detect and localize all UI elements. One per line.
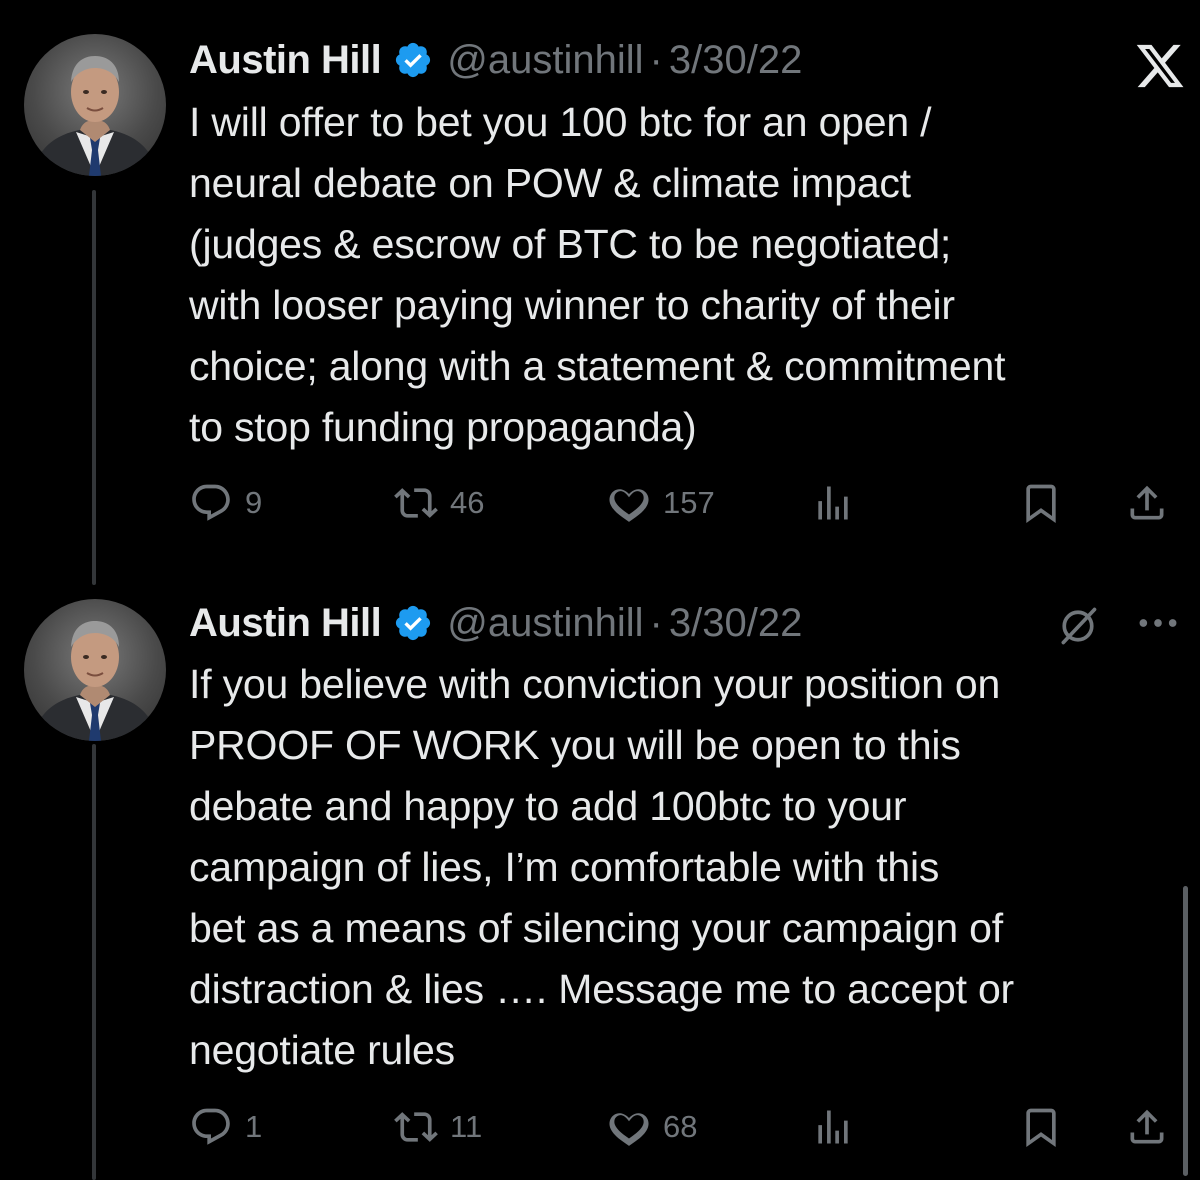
author-name[interactable]: Austin Hill <box>189 38 382 83</box>
grok-icon[interactable] <box>1056 604 1100 648</box>
reply-button[interactable]: 1 <box>189 1102 262 1152</box>
bookmark-button[interactable] <box>1019 478 1063 528</box>
tweet-header: Austin Hill @austinhill · 3/30/22 <box>189 30 1170 90</box>
scrollbar[interactable] <box>1183 886 1188 1176</box>
tweet-actions: 9 46 157 <box>189 478 1179 528</box>
verified-badge-icon <box>396 42 431 78</box>
share-icon <box>1130 485 1164 520</box>
more-icon[interactable] <box>1136 608 1180 638</box>
separator-dot: · <box>649 37 663 82</box>
tweet-text: I will offer to bet you 100 btc for an o… <box>189 99 1006 450</box>
avatar[interactable] <box>24 34 166 176</box>
bookmark-button[interactable] <box>1019 1102 1063 1152</box>
x-logo-icon[interactable] <box>1134 40 1186 92</box>
bookmark-icon <box>1026 1108 1056 1148</box>
reply-icon <box>192 1108 230 1145</box>
bookmark-icon <box>1026 484 1056 524</box>
tweet[interactable]: Austin Hill @austinhill · 3/30/22 If you… <box>0 580 1200 1180</box>
tweet-text: If you believe with conviction your posi… <box>189 661 1015 1073</box>
views-icon <box>818 1110 848 1144</box>
repost-button[interactable]: 46 <box>394 478 484 528</box>
tweet[interactable]: Austin Hill @austinhill · 3/30/22 I will… <box>0 0 1200 585</box>
verified-badge-icon <box>396 605 431 641</box>
views-icon <box>818 486 848 520</box>
heart-icon <box>609 489 649 522</box>
reply-count: 9 <box>245 485 263 520</box>
like-button[interactable]: 157 <box>607 478 715 528</box>
tweet-actions: 1 11 68 <box>189 1102 1179 1152</box>
author-name[interactable]: Austin Hill <box>189 601 382 646</box>
share-button[interactable] <box>1125 1102 1169 1152</box>
reply-count: 1 <box>245 1109 263 1144</box>
author-handle[interactable]: @austinhill <box>447 601 643 646</box>
share-button[interactable] <box>1125 478 1169 528</box>
repost-count: 46 <box>450 485 485 520</box>
repost-icon <box>394 488 438 518</box>
repost-button[interactable]: 11 <box>394 1102 482 1152</box>
separator-dot: · <box>649 600 663 645</box>
heart-icon <box>609 1113 649 1146</box>
views-button[interactable] <box>811 478 855 528</box>
tweet-header: Austin Hill @austinhill · 3/30/22 <box>189 593 1170 653</box>
thread-line <box>92 744 96 1180</box>
thread-line <box>92 190 96 585</box>
like-button[interactable]: 68 <box>607 1102 697 1152</box>
reply-button[interactable]: 9 <box>189 478 262 528</box>
views-button[interactable] <box>811 1102 855 1152</box>
tweet-thread: Austin Hill @austinhill · 3/30/22 I will… <box>0 0 1200 1180</box>
like-count: 157 <box>663 485 715 520</box>
repost-count: 11 <box>450 1109 483 1144</box>
avatar[interactable] <box>24 599 166 741</box>
repost-icon <box>394 1112 438 1142</box>
author-handle[interactable]: @austinhill <box>447 38 643 83</box>
share-icon <box>1130 1109 1164 1144</box>
tweet-date[interactable]: 3/30/22 <box>669 38 802 83</box>
like-count: 68 <box>663 1109 698 1144</box>
reply-icon <box>192 484 230 521</box>
tweet-date[interactable]: 3/30/22 <box>669 601 802 646</box>
